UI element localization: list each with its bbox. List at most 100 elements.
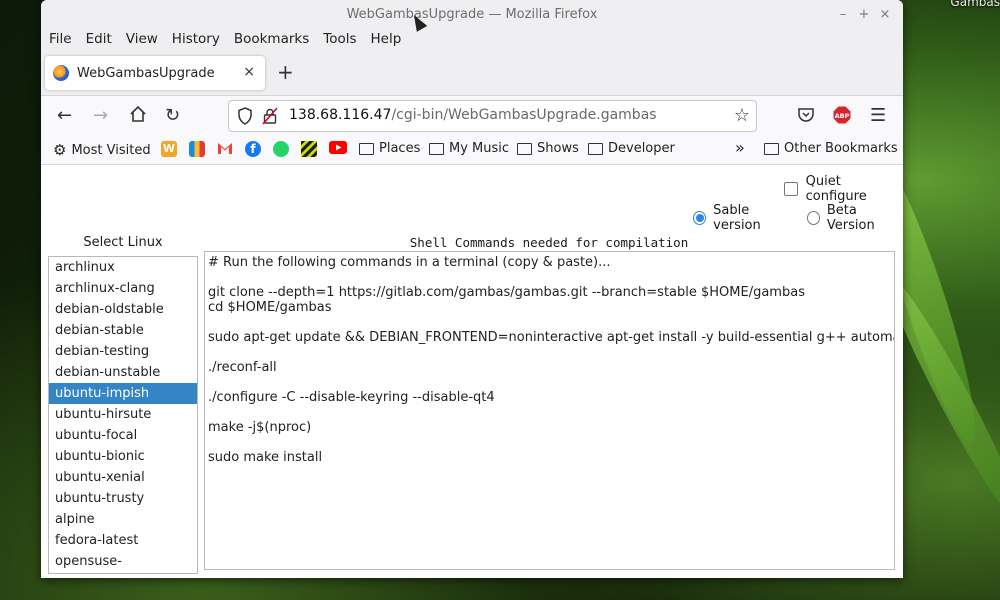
shell-line: ./configure -C --disable-keyring --disab… (208, 390, 495, 405)
svg-text:ABP: ABP (835, 112, 850, 120)
youtube-icon (329, 141, 347, 154)
list-item[interactable]: fedora-latest (49, 530, 197, 551)
version-radio-group: Sable version Beta Version (693, 203, 903, 233)
url-text[interactable]: 138.68.116.47/cgi-bin/WebGambasUpgrade.g… (289, 107, 657, 123)
home-icon[interactable] (129, 105, 147, 128)
url-path: /cgi-bin/WebGambasUpgrade.gambas (391, 107, 657, 123)
bookmark-folder-other[interactable]: Other Bookmarks (764, 141, 898, 156)
page-content: Quiet configure Sable version Beta Versi… (41, 165, 903, 578)
bookmark-gmail[interactable] (217, 141, 233, 155)
shell-blank-line (208, 315, 891, 330)
quiet-configure-option[interactable]: Quiet configure (784, 174, 903, 204)
shopping-bag-icon (189, 141, 205, 157)
select-linux-title: Select Linux (83, 235, 163, 250)
beta-version-label[interactable]: Beta Version (827, 203, 903, 233)
quiet-configure-label: Quiet configure (805, 174, 867, 204)
sable-version-radio[interactable] (693, 211, 707, 225)
tab-title: WebGambasUpgrade (77, 65, 215, 81)
desktop-label: Gambas (950, 0, 1000, 9)
list-item[interactable]: ubuntu-trusty (49, 488, 197, 509)
bookmarks-overflow-icon[interactable]: » (735, 138, 745, 157)
list-item[interactable]: opensuse-tumbleweed (49, 551, 197, 572)
bookmarks-toolbar: ⚙ Most Visited W f Places My Music Shows… (41, 136, 903, 165)
adblock-plus-icon[interactable]: ABP (833, 106, 851, 129)
list-item[interactable]: debian-stable (49, 320, 197, 341)
menu-help[interactable]: Help (371, 30, 402, 50)
shell-line: sudo apt-get update && DEBIAN_FRONTEND=n… (208, 330, 894, 345)
bookmark-w[interactable]: W (161, 141, 177, 157)
bookmark-folder-developer[interactable]: Developer (588, 141, 675, 156)
shell-commands-textarea[interactable]: # Run the following commands in a termin… (204, 251, 895, 570)
quiet-configure-checkbox[interactable] (784, 182, 798, 196)
list-item[interactable]: ubuntu-hirsute (49, 404, 197, 425)
tab-close-icon[interactable]: × (243, 64, 255, 80)
menu-edit[interactable]: Edit (86, 30, 112, 50)
most-visited-label: Most Visited (71, 142, 151, 158)
tab-webgambasupgrade[interactable]: WebGambasUpgrade × (45, 56, 265, 90)
folder-icon (429, 142, 444, 155)
tab-strip: WebGambasUpgrade × + (41, 50, 903, 96)
minimize-button[interactable]: – (833, 0, 853, 30)
menu-bar: File Edit View History Bookmarks Tools H… (41, 30, 903, 50)
gmail-icon (218, 143, 232, 154)
navigation-bar: ← → ↻ 138.68.116.47/cgi-bin/WebGambasUpg… (41, 96, 903, 136)
menu-bookmarks[interactable]: Bookmarks (234, 30, 309, 50)
linux-list[interactable]: archlinux archlinux-clang debian-oldstab… (48, 256, 198, 574)
tracking-shield-icon[interactable] (237, 107, 253, 129)
list-item[interactable]: ubuntu-bionic (49, 446, 197, 467)
bookmark-whatsapp[interactable] (273, 141, 289, 157)
shell-blank-line (208, 435, 891, 450)
folder-icon (764, 142, 779, 155)
list-item[interactable]: ubuntu-focal (49, 425, 197, 446)
list-item[interactable]: ubuntu-xenial (49, 467, 197, 488)
bookmark-folder-places[interactable]: Places (359, 141, 420, 156)
window-title: WebGambasUpgrade — Mozilla Firefox (346, 7, 598, 22)
whatsapp-icon (273, 141, 289, 157)
folder-icon (517, 142, 532, 155)
back-icon[interactable]: ← (57, 106, 72, 126)
pocket-icon[interactable] (797, 106, 815, 129)
w-site-icon: W (161, 141, 177, 157)
forward-icon[interactable]: → (93, 106, 108, 126)
sable-version-label[interactable]: Sable version (713, 203, 795, 233)
folder-label: My Music (449, 141, 510, 156)
shell-line: sudo make install (208, 450, 323, 465)
bookmark-folder-my-music[interactable]: My Music (429, 141, 509, 156)
menu-view[interactable]: View (126, 30, 158, 50)
list-item[interactable]: archlinux (49, 257, 197, 278)
shell-line: git clone --depth=1 https://gitlab.com/g… (208, 285, 805, 300)
list-item-selected[interactable]: ubuntu-impish (49, 383, 197, 404)
folder-icon (588, 142, 603, 155)
maximize-button[interactable]: + (854, 0, 874, 30)
shell-blank-line (208, 345, 891, 360)
shell-line: cd $HOME/gambas (208, 300, 332, 315)
bookmark-facebook[interactable]: f (245, 141, 261, 157)
hamburger-menu-icon[interactable]: ☰ (870, 106, 886, 126)
shell-commands-title: Shell Commands needed for compilation (409, 235, 689, 250)
bookmark-folder-shows[interactable]: Shows (517, 141, 579, 156)
close-window-button[interactable]: × (875, 0, 895, 30)
beta-version-radio[interactable] (806, 211, 820, 225)
list-item[interactable]: alpine (49, 509, 197, 530)
bookmark-star-icon[interactable]: ☆ (734, 105, 750, 126)
list-item[interactable]: debian-unstable (49, 362, 197, 383)
list-item[interactable]: debian-testing (49, 341, 197, 362)
other-bookmarks-label: Other Bookmarks (784, 141, 898, 156)
reload-icon[interactable]: ↻ (165, 106, 180, 126)
menu-file[interactable]: File (49, 30, 72, 50)
folder-label: Places (379, 141, 421, 156)
shell-blank-line (208, 375, 891, 390)
bookmark-most-visited[interactable]: ⚙ Most Visited (53, 141, 151, 159)
url-bar[interactable]: 138.68.116.47/cgi-bin/WebGambasUpgrade.g… (228, 100, 757, 132)
menu-tools[interactable]: Tools (323, 30, 356, 50)
new-tab-button[interactable]: + (277, 62, 294, 82)
folder-icon (359, 142, 374, 155)
menu-history[interactable]: History (172, 30, 220, 50)
bookmark-bag[interactable] (189, 141, 205, 157)
list-item[interactable]: archlinux-clang (49, 278, 197, 299)
bookmark-youtube[interactable] (329, 141, 347, 154)
insecure-lock-icon[interactable] (262, 107, 278, 129)
facebook-icon: f (245, 141, 261, 157)
bookmark-striped[interactable] (301, 141, 317, 157)
list-item[interactable]: debian-oldstable (49, 299, 197, 320)
